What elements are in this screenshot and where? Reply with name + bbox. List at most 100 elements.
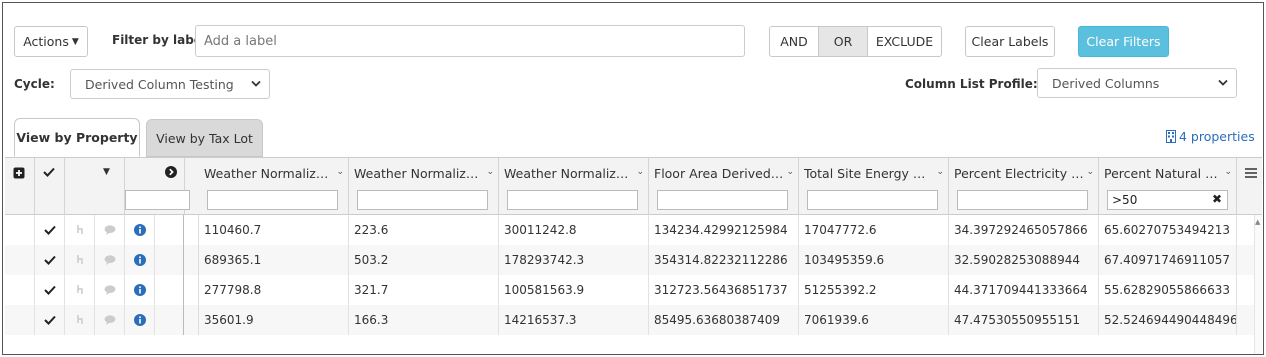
table-row[interactable]: 110460.7 223.6 30011242.8 134234.4299212598… xyxy=(5,215,1254,245)
row-select-checkbox[interactable] xyxy=(35,305,65,335)
property-grid: ▼ Weather Normalized Site ⌄ Weather Norm… xyxy=(5,157,1262,354)
row-info-button[interactable] xyxy=(125,215,155,245)
select-all-header[interactable] xyxy=(5,158,35,215)
column-header[interactable]: Percent Natural Gas ⌄ >50 ✖ xyxy=(1099,158,1237,215)
row-history-button[interactable] xyxy=(65,305,95,335)
sort-caret-icon[interactable]: ⌄ xyxy=(336,167,344,177)
table-cell: 44.371709441333664 xyxy=(949,275,1099,305)
table-cell: 32.59028253088944 xyxy=(949,245,1099,275)
column-profile-select[interactable]: Derived Columns xyxy=(1037,68,1237,98)
label-input[interactable]: Add a label xyxy=(195,25,745,57)
table-cell: 223.6 xyxy=(349,215,499,245)
column-header[interactable]: Weather Normalized Site ⌄ xyxy=(499,158,649,215)
property-count-link[interactable]: 4 properties xyxy=(1166,129,1255,144)
row-spacer xyxy=(155,215,199,245)
row-history-button[interactable] xyxy=(65,215,95,245)
info-icon xyxy=(133,284,146,296)
check-header[interactable] xyxy=(35,158,65,215)
row-info-button[interactable] xyxy=(125,245,155,275)
sort-caret-icon[interactable]: ⌄ xyxy=(1086,167,1094,177)
table-cell: 689365.1 xyxy=(199,245,349,275)
column-header[interactable]: Total Site Energy Derived ⌄ xyxy=(799,158,949,215)
scroll-up-icon[interactable]: ▲ xyxy=(1255,218,1260,226)
table-cell: 166.3 xyxy=(349,305,499,335)
column-filter-input[interactable] xyxy=(807,190,938,210)
tab-view-by-tax-lot[interactable]: View by Tax Lot xyxy=(146,119,263,157)
row-select-checkbox[interactable] xyxy=(35,245,65,275)
or-label: OR xyxy=(833,34,853,49)
column-filter-value: >50 xyxy=(1112,193,1138,207)
sort-caret-icon[interactable]: ⌄ xyxy=(786,167,794,177)
cycle-value: Derived Column Testing xyxy=(85,76,234,92)
column-filter-input[interactable]: >50 ✖ xyxy=(1107,190,1228,210)
column-title: Percent Electricity Use xyxy=(954,166,1084,181)
grid-header: ▼ Weather Normalized Site ⌄ Weather Norm… xyxy=(5,158,1262,215)
column-filter-input[interactable] xyxy=(207,190,338,210)
table-cell: 14216537.3 xyxy=(499,305,649,335)
column-filter-input[interactable] xyxy=(957,190,1088,210)
row-select-checkbox[interactable] xyxy=(35,215,65,245)
row-history-button[interactable] xyxy=(65,275,95,305)
column-filter-input[interactable] xyxy=(657,190,788,210)
column-header[interactable]: Weather Normalized Site ⌄ xyxy=(349,158,499,215)
table-row[interactable]: 277798.8 321.7 100581563.9 312723.564368517… xyxy=(5,275,1254,305)
property-count: 4 properties xyxy=(1179,129,1255,144)
circle-chevron-right-icon[interactable] xyxy=(165,166,177,178)
row-notes-button[interactable] xyxy=(95,275,125,305)
pointer-icon xyxy=(76,225,83,234)
sort-caret-icon[interactable]: ⌄ xyxy=(486,167,494,177)
column-profile-label: Column List Profile: xyxy=(905,77,1038,91)
row-select-checkbox[interactable] xyxy=(35,275,65,305)
row-notes-button[interactable] xyxy=(95,245,125,275)
sort-caret-icon[interactable]: ⌄ xyxy=(1224,167,1232,177)
grid-menu-header[interactable] xyxy=(1237,158,1262,215)
table-cell: 30011242.8 xyxy=(499,215,649,245)
partial-filter-box[interactable] xyxy=(125,190,190,210)
table-cell: 134234.42992125984 xyxy=(649,215,799,245)
column-header[interactable]: Weather Normalized Site ⌄ xyxy=(199,158,349,215)
and-label: AND xyxy=(780,34,808,49)
row-menu-header[interactable]: ▼ xyxy=(65,158,125,215)
table-cell: 103495359.6 xyxy=(799,245,949,275)
column-filter-input[interactable] xyxy=(357,190,488,210)
comment-icon xyxy=(104,285,115,295)
or-toggle-button[interactable]: OR xyxy=(818,26,868,57)
tab-view-by-property[interactable]: View by Property xyxy=(14,118,140,157)
hamburger-menu-icon[interactable] xyxy=(1245,168,1257,178)
comment-icon xyxy=(104,255,115,265)
scroll-columns-header[interactable] xyxy=(125,158,190,215)
column-filter-input[interactable] xyxy=(507,190,638,210)
row-spacer xyxy=(155,305,199,335)
column-header[interactable]: Percent Electricity Use ⌄ xyxy=(949,158,1099,215)
sort-caret-icon[interactable]: ⌄ xyxy=(636,167,644,177)
info-icon xyxy=(133,224,146,236)
expand-all-icon[interactable] xyxy=(13,167,25,179)
exclude-toggle-button[interactable]: EXCLUDE xyxy=(867,26,942,57)
row-spacer xyxy=(5,215,35,245)
row-info-button[interactable] xyxy=(125,305,155,335)
column-title: Weather Normalized Site xyxy=(354,166,484,181)
table-cell: 178293742.3 xyxy=(499,245,649,275)
checkmark-icon xyxy=(43,285,56,295)
and-toggle-button[interactable]: AND xyxy=(769,26,819,57)
row-notes-button[interactable] xyxy=(95,305,125,335)
row-spacer xyxy=(155,275,199,305)
actions-button[interactable]: Actions ▼ xyxy=(14,26,88,57)
column-header[interactable]: Floor Area Derived Field ⌄ xyxy=(649,158,799,215)
table-cell: 47.47530550955151 xyxy=(949,305,1099,335)
table-row[interactable]: 689365.1 503.2 178293742.3 354314.822321122… xyxy=(5,245,1254,275)
row-history-button[interactable] xyxy=(65,245,95,275)
row-info-button[interactable] xyxy=(125,275,155,305)
clear-labels-button[interactable]: Clear Labels xyxy=(965,26,1055,57)
row-notes-button[interactable] xyxy=(95,215,125,245)
column-profile-value: Derived Columns xyxy=(1052,75,1160,91)
checkmark-icon xyxy=(43,315,56,325)
table-row[interactable]: 35601.9 166.3 14216537.3 85495.63680387409 7… xyxy=(5,305,1254,335)
cycle-select[interactable]: Derived Column Testing xyxy=(70,69,270,99)
pointer-icon xyxy=(76,315,83,324)
caret-down-icon: ▼ xyxy=(71,36,79,47)
clear-filter-icon[interactable]: ✖ xyxy=(1212,192,1222,206)
clear-filters-button[interactable]: Clear Filters xyxy=(1078,26,1169,57)
vertical-scrollbar[interactable]: ▲ xyxy=(1254,215,1262,354)
sort-caret-icon[interactable]: ⌄ xyxy=(936,167,944,177)
